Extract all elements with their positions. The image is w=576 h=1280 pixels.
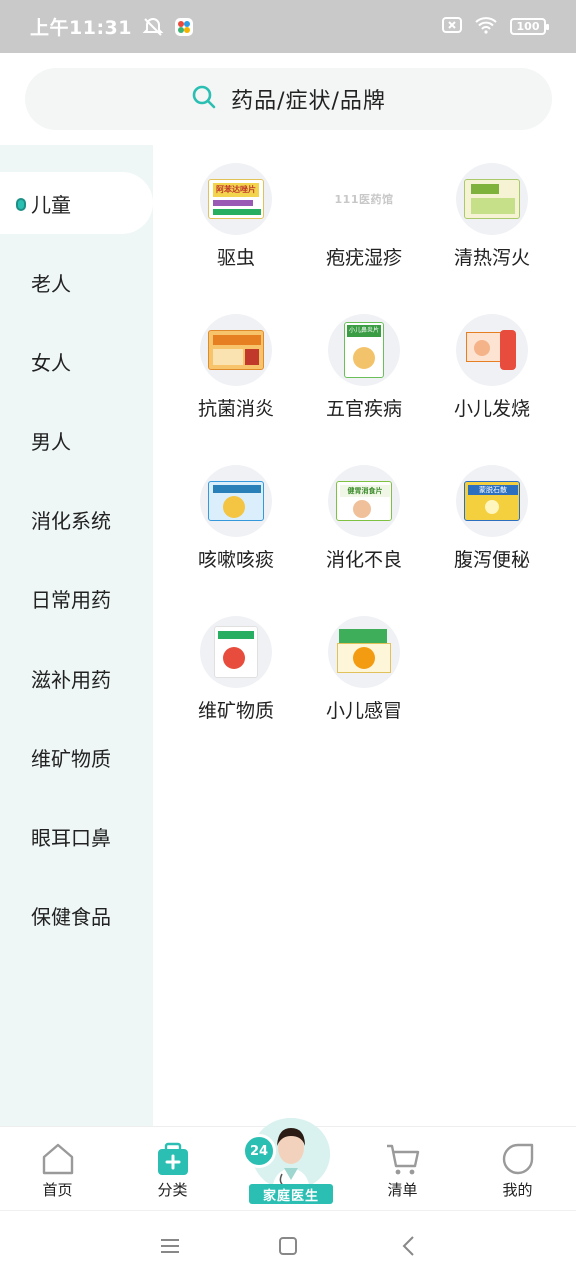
subcategory-facial-features[interactable]: 小儿鼻炎片 五官疾病 [299, 296, 429, 426]
subcategory-indigestion[interactable]: 健胃消食片 消化不良 [299, 447, 429, 577]
sidebar-item-eent[interactable]: 眼耳口鼻 [0, 805, 153, 867]
product-image [200, 616, 272, 688]
box-label: 蒙脱石散 [468, 485, 518, 495]
wifi-icon [474, 16, 498, 38]
subcategory-label: 清热泻火 [453, 247, 530, 269]
product-image [328, 616, 400, 688]
sidebar-item-vitamins[interactable]: 维矿物质 [0, 726, 153, 788]
sidebar-item-health-food[interactable]: 保健食品 [0, 884, 153, 946]
sidebar-item-elderly[interactable]: 老人 [0, 251, 153, 313]
alarm-off-icon [142, 16, 164, 38]
box-label: 阿苯达唑片 [213, 183, 259, 197]
product-image [456, 163, 528, 235]
sidebar-item-daily-medicine[interactable]: 日常用药 [0, 567, 153, 629]
tab-category[interactable]: 分类 [115, 1127, 230, 1211]
subcategory-antibacterial[interactable]: 抗菌消炎 [171, 296, 301, 426]
sidebar-item-label: 维矿物质 [31, 746, 111, 771]
category-sidebar: 儿童 老人 女人 男人 消化系统 日常用药 滋补用药 维矿物质 眼耳口鼻 保健食… [0, 145, 153, 1126]
subcategory-label: 小儿发烧 [453, 398, 530, 420]
subcategory-label: 五官疾病 [325, 398, 402, 420]
sidebar-item-label: 女人 [31, 350, 71, 375]
search-header: 药品/症状/品牌 [0, 53, 576, 145]
tab-label: 我的 [502, 1181, 533, 1199]
sidebar-item-children[interactable]: 儿童 [0, 172, 153, 234]
sidebar-item-label: 滋补用药 [31, 667, 111, 692]
sidebar-item-label: 保健食品 [31, 904, 111, 929]
sidebar-item-women[interactable]: 女人 [0, 330, 153, 392]
product-image: 小儿鼻炎片 [328, 314, 400, 386]
sim-off-icon [442, 16, 462, 37]
search-icon [191, 84, 217, 114]
subcategory-label: 疱疣湿疹 [325, 247, 402, 269]
tab-profile[interactable]: 我的 [460, 1127, 575, 1211]
subcategory-vitamins-minerals[interactable]: 维矿物质 [171, 598, 301, 728]
sidebar-item-label: 日常用药 [31, 587, 111, 612]
subcategory-child-fever[interactable]: 小儿发烧 [427, 296, 557, 426]
24h-badge-icon: 24 [242, 1134, 276, 1168]
sidebar-item-label: 老人 [31, 271, 71, 296]
subcategory-label: 维矿物质 [197, 700, 274, 722]
cart-icon [385, 1141, 421, 1177]
app-notification-icon [174, 17, 194, 37]
sidebar-item-label: 消化系统 [31, 508, 111, 533]
product-image: 阿苯达唑片 [200, 163, 272, 235]
sidebar-item-digestive[interactable]: 消化系统 [0, 488, 153, 550]
search-bar[interactable]: 药品/症状/品牌 [25, 68, 552, 130]
subcategory-child-cold[interactable]: 小儿感冒 [299, 598, 429, 728]
back-icon[interactable] [396, 1233, 422, 1259]
home-icon [40, 1141, 76, 1177]
category-icon [155, 1141, 191, 1177]
product-image [200, 465, 272, 537]
family-doctor-label: 家庭医生 [249, 1184, 333, 1204]
sidebar-item-men[interactable]: 男人 [0, 409, 153, 471]
battery-icon: 100 [510, 18, 549, 35]
product-image: 111医药馆 [328, 163, 400, 235]
system-navigation-bar [0, 1210, 576, 1280]
menu-icon[interactable] [157, 1233, 183, 1259]
subcategory-diarrhea-constipation[interactable]: 蒙脱石散 腹泻便秘 [427, 447, 557, 577]
subcategory-deworming[interactable]: 阿苯达唑片 驱虫 [171, 145, 301, 275]
product-image [456, 314, 528, 386]
watermark-logo: 111医药馆 [334, 193, 394, 206]
subcategory-label: 抗菌消炎 [197, 398, 274, 420]
status-bar: 上午11:31 100 [0, 0, 576, 53]
box-label: 小儿鼻炎片 [347, 325, 381, 337]
home-square-icon[interactable] [275, 1233, 301, 1259]
profile-icon [500, 1141, 536, 1177]
subcategory-heat-clearing[interactable]: 清热泻火 [427, 145, 557, 275]
tab-home[interactable]: 首页 [0, 1127, 115, 1211]
subcategory-cough[interactable]: 咳嗽咳痰 [171, 447, 301, 577]
tab-list[interactable]: 清单 [345, 1127, 460, 1211]
status-time: 上午11:31 [30, 17, 132, 39]
active-indicator-icon [16, 198, 26, 211]
tab-label: 首页 [42, 1181, 73, 1199]
subcategory-label: 消化不良 [325, 549, 402, 571]
product-image [200, 314, 272, 386]
subcategory-label: 驱虫 [216, 247, 255, 269]
box-label: 健胃消食片 [340, 485, 390, 497]
subcategory-label: 腹泻便秘 [453, 549, 530, 571]
sidebar-item-tonics[interactable]: 滋补用药 [0, 647, 153, 709]
tab-label: 分类 [157, 1181, 188, 1199]
sidebar-item-label: 儿童 [31, 192, 71, 217]
product-image: 蒙脱石散 [456, 465, 528, 537]
sidebar-item-label: 眼耳口鼻 [31, 825, 111, 850]
product-image: 健胃消食片 [328, 465, 400, 537]
subcategory-label: 小儿感冒 [325, 700, 402, 722]
tab-label: 清单 [387, 1181, 418, 1199]
sidebar-item-label: 男人 [31, 429, 71, 454]
subcategory-label: 咳嗽咳痰 [197, 549, 274, 571]
subcategory-eczema[interactable]: 111医药馆 疱疣湿疹 [299, 145, 429, 275]
search-placeholder: 药品/症状/品牌 [231, 89, 386, 114]
family-doctor-button[interactable]: 24 家庭医生 [242, 1118, 336, 1206]
